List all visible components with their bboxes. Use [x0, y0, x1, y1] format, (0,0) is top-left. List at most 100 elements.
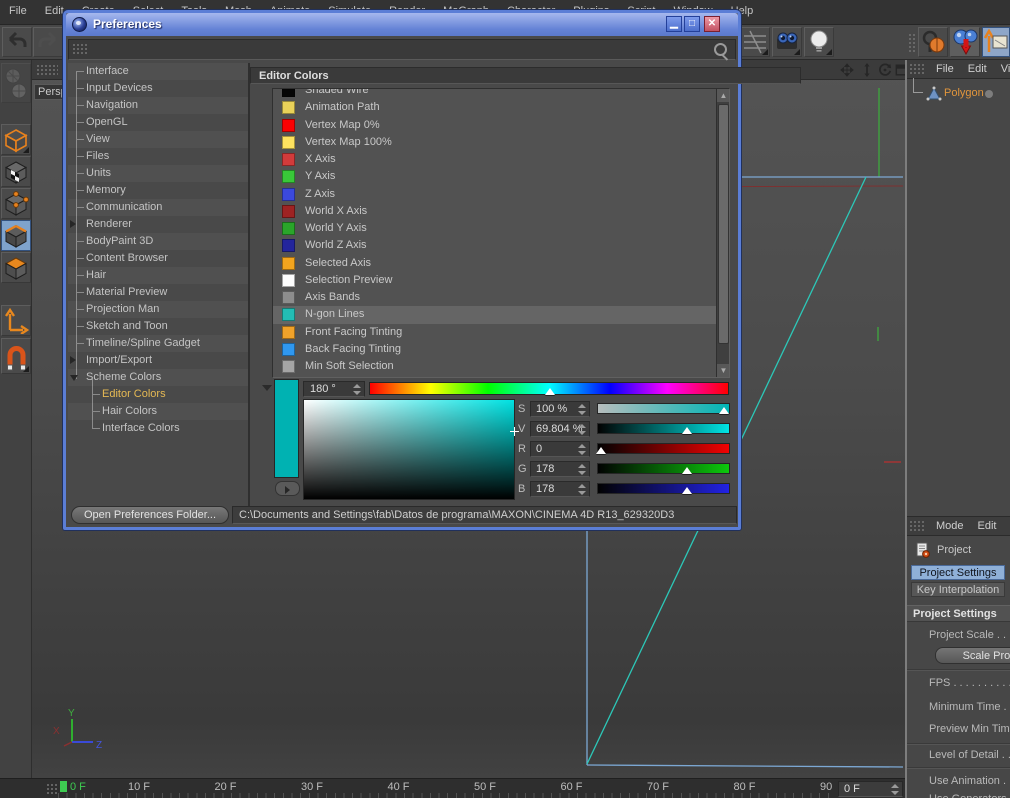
color-item-selection-preview[interactable]: Selection Preview	[273, 272, 717, 289]
color-item-animation-path[interactable]: Animation Path	[273, 99, 717, 116]
viewport-grip[interactable]	[36, 64, 58, 76]
hue-field[interactable]: 180 °	[303, 381, 365, 397]
object-label[interactable]: Polygon	[944, 87, 984, 99]
tab-key-interpolation[interactable]: Key Interpolation	[911, 582, 1005, 597]
channel-stepper[interactable]	[578, 464, 587, 475]
color-swatch[interactable]	[282, 101, 295, 115]
color-item-z-axis[interactable]: Z Axis	[273, 186, 717, 203]
attribute-manager-grip[interactable]	[909, 520, 925, 532]
search-bar[interactable]	[68, 39, 736, 60]
tab-project-settings[interactable]: Project Settings	[911, 565, 1005, 580]
channel-slider-marker[interactable]	[682, 427, 693, 434]
scroll-thumb[interactable]	[718, 104, 729, 344]
hue-slider-marker[interactable]	[545, 388, 555, 395]
rotate-view-icon[interactable]	[877, 63, 893, 77]
viewport-solo-button[interactable]	[918, 27, 948, 57]
color-item-x-axis[interactable]: X Axis	[273, 151, 717, 168]
channel-stepper[interactable]	[578, 444, 587, 455]
menu-mode[interactable]: Mode	[929, 517, 971, 532]
channel-value-field[interactable]: 100 %	[530, 401, 590, 417]
light-button[interactable]	[804, 27, 834, 57]
color-item-min-soft-selection[interactable]: Min Soft Selection	[273, 358, 717, 375]
color-item-back-facing-tinting[interactable]: Back Facing Tinting	[273, 341, 717, 358]
scale-project-button[interactable]: Scale Project	[935, 647, 1010, 664]
bodypaint-setup-button[interactable]	[1, 63, 31, 103]
color-item-world-y-axis[interactable]: World Y Axis	[273, 220, 717, 237]
pan-view-icon[interactable]	[839, 63, 855, 77]
texture-mode-button[interactable]	[1, 156, 31, 187]
tree-item-hair[interactable]: Hair	[68, 267, 248, 284]
swatch-options-button[interactable]	[275, 481, 300, 496]
menu-view[interactable]: View	[994, 60, 1010, 75]
color-item-world-x-axis[interactable]: World X Axis	[273, 203, 717, 220]
camera-button[interactable]	[772, 27, 802, 57]
tree-item-units[interactable]: Units	[68, 165, 248, 182]
color-item-axis-bands[interactable]: Axis Bands	[273, 289, 717, 306]
tree-item-interface[interactable]: Interface	[68, 63, 248, 80]
points-mode-button[interactable]	[1, 188, 31, 219]
tree-item-communication[interactable]: Communication	[68, 199, 248, 216]
color-swatch[interactable]	[282, 89, 295, 97]
channel-slider[interactable]	[596, 443, 730, 454]
channel-stepper[interactable]	[578, 424, 587, 435]
channel-stepper[interactable]	[578, 404, 587, 415]
color-item-vertex-map-100[interactable]: Vertex Map 100%	[273, 134, 717, 151]
tree-item-interface-colors[interactable]: Interface Colors	[68, 420, 248, 437]
object-row-polygon[interactable]: Polygon	[907, 78, 1010, 103]
playhead-marker[interactable]	[60, 781, 67, 792]
chevron-right-icon[interactable]	[70, 220, 76, 228]
color-swatch[interactable]	[282, 308, 295, 322]
channel-value-field[interactable]: 0	[530, 441, 590, 457]
color-swatch[interactable]	[282, 256, 295, 270]
color-swatch[interactable]	[282, 273, 295, 287]
tree-item-renderer[interactable]: Renderer	[68, 216, 248, 233]
tree-item-timeline-spline-gadget[interactable]: Timeline/Spline Gadget	[68, 335, 248, 352]
make-editable-button[interactable]	[1, 124, 31, 155]
dolly-view-icon[interactable]	[859, 63, 875, 77]
color-item-vertex-map-0[interactable]: Vertex Map 0%	[273, 117, 717, 134]
close-button[interactable]: ✕	[704, 16, 720, 32]
saturation-value-box[interactable]	[303, 399, 519, 500]
color-item-world-z-axis[interactable]: World Z Axis	[273, 237, 717, 254]
channel-value-field[interactable]: 178	[530, 461, 590, 477]
channel-slider[interactable]	[597, 403, 730, 414]
color-item-shaded-wire[interactable]: Shaded Wire	[273, 89, 717, 99]
menu-user-data[interactable]: User Data	[1004, 517, 1010, 532]
channel-value-field[interactable]: 69.804 %	[530, 421, 590, 437]
tree-item-hair-colors[interactable]: Hair Colors	[68, 403, 248, 420]
channel-slider[interactable]	[597, 463, 730, 474]
color-swatch[interactable]	[282, 325, 295, 339]
color-item-y-axis[interactable]: Y Axis	[273, 168, 717, 185]
tree-item-sketch-and-toon[interactable]: Sketch and Toon	[68, 318, 248, 335]
scroll-down-button[interactable]: ▼	[717, 364, 729, 377]
color-item-front-facing-tinting[interactable]: Front Facing Tinting	[273, 324, 717, 341]
current-frame-field[interactable]: 0 F	[838, 781, 903, 797]
scroll-up-button[interactable]: ▲	[717, 89, 729, 102]
workplane-button[interactable]	[982, 27, 1010, 57]
toolbar-grip[interactable]	[908, 33, 916, 53]
toggle-view-icon[interactable]	[894, 63, 905, 77]
make-object-last-button[interactable]	[950, 27, 980, 57]
visibility-dot[interactable]	[985, 90, 993, 98]
color-swatch[interactable]	[282, 360, 295, 373]
maximize-button[interactable]: □	[684, 16, 700, 32]
undo-button[interactable]	[2, 27, 32, 57]
frame-ruler[interactable]: 0 F 10 F 20 F 30 F 40 F 50 F 60 F 70 F 80 F 90 F	[58, 779, 836, 798]
color-swatch[interactable]	[282, 118, 295, 132]
channel-stepper[interactable]	[578, 484, 587, 495]
search-icon[interactable]	[714, 43, 727, 56]
object-manager-grip[interactable]	[909, 63, 925, 75]
redo-button[interactable]	[33, 27, 63, 57]
enable-axis-button[interactable]	[1, 305, 31, 336]
channel-value-field[interactable]: 178	[530, 481, 590, 497]
channel-slider-marker[interactable]	[682, 487, 693, 494]
tree-item-import-export[interactable]: Import/Export	[68, 352, 248, 369]
channel-slider-marker[interactable]	[719, 407, 729, 414]
display-mode-button[interactable]	[740, 27, 770, 57]
channel-slider-marker[interactable]	[682, 467, 693, 474]
channel-slider[interactable]	[597, 423, 730, 434]
color-swatch[interactable]	[282, 170, 295, 184]
chevron-down-icon[interactable]	[70, 375, 78, 381]
tree-item-view[interactable]: View	[68, 131, 248, 148]
channel-slider-marker[interactable]	[596, 447, 606, 454]
